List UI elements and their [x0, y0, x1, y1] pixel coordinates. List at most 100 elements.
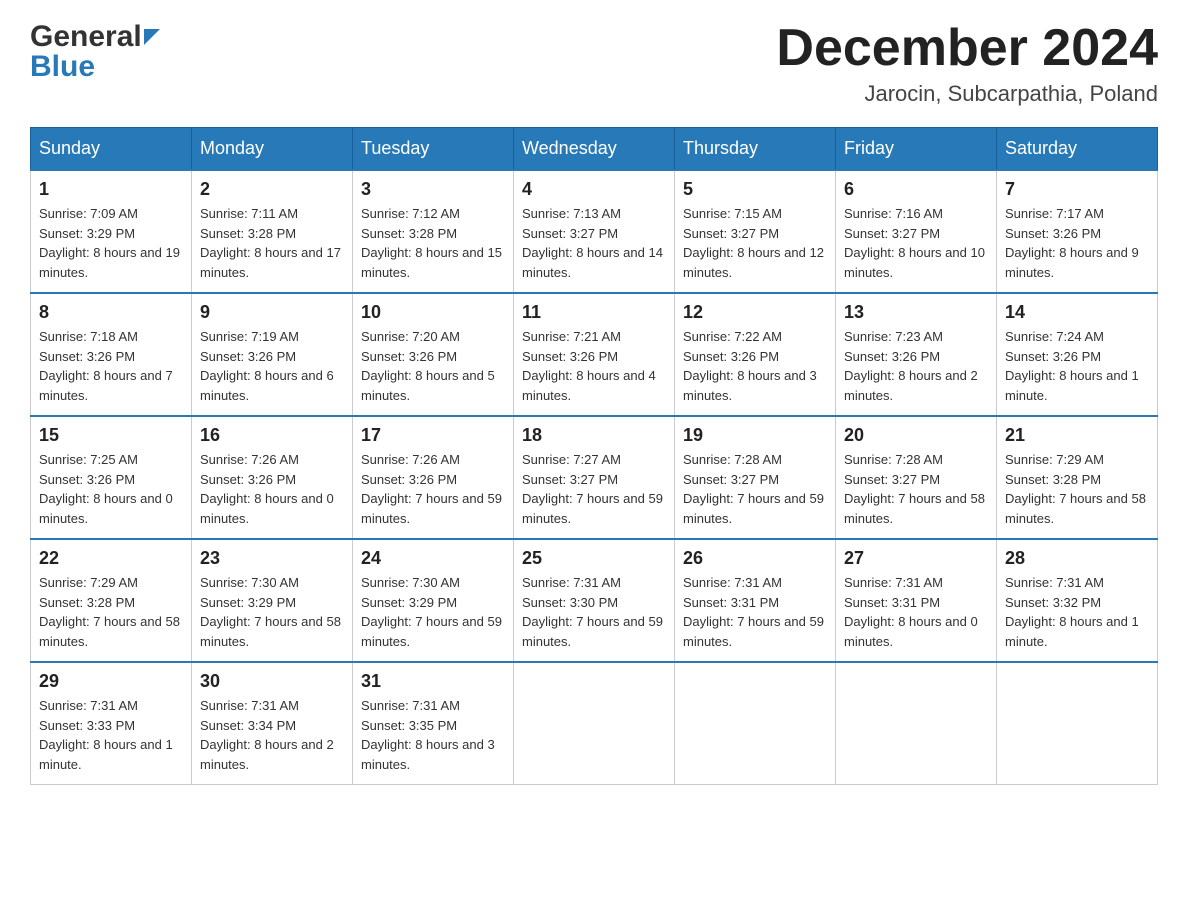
day-info: Sunrise: 7:17 AM Sunset: 3:26 PM Dayligh…: [1005, 204, 1149, 282]
calendar-cell: [514, 662, 675, 785]
day-info: Sunrise: 7:31 AM Sunset: 3:30 PM Dayligh…: [522, 573, 666, 651]
calendar-cell: 22 Sunrise: 7:29 AM Sunset: 3:28 PM Dayl…: [31, 539, 192, 662]
calendar-cell: 27 Sunrise: 7:31 AM Sunset: 3:31 PM Dayl…: [836, 539, 997, 662]
col-saturday: Saturday: [997, 128, 1158, 171]
calendar-cell: 12 Sunrise: 7:22 AM Sunset: 3:26 PM Dayl…: [675, 293, 836, 416]
day-info: Sunrise: 7:20 AM Sunset: 3:26 PM Dayligh…: [361, 327, 505, 405]
day-info: Sunrise: 7:22 AM Sunset: 3:26 PM Dayligh…: [683, 327, 827, 405]
calendar-cell: 15 Sunrise: 7:25 AM Sunset: 3:26 PM Dayl…: [31, 416, 192, 539]
day-info: Sunrise: 7:31 AM Sunset: 3:32 PM Dayligh…: [1005, 573, 1149, 651]
day-info: Sunrise: 7:26 AM Sunset: 3:26 PM Dayligh…: [361, 450, 505, 528]
day-number: 10: [361, 302, 505, 323]
calendar-cell: 10 Sunrise: 7:20 AM Sunset: 3:26 PM Dayl…: [353, 293, 514, 416]
day-info: Sunrise: 7:21 AM Sunset: 3:26 PM Dayligh…: [522, 327, 666, 405]
day-info: Sunrise: 7:13 AM Sunset: 3:27 PM Dayligh…: [522, 204, 666, 282]
calendar-table: Sunday Monday Tuesday Wednesday Thursday…: [30, 127, 1158, 785]
day-number: 22: [39, 548, 183, 569]
day-number: 20: [844, 425, 988, 446]
day-info: Sunrise: 7:29 AM Sunset: 3:28 PM Dayligh…: [1005, 450, 1149, 528]
day-number: 29: [39, 671, 183, 692]
day-info: Sunrise: 7:19 AM Sunset: 3:26 PM Dayligh…: [200, 327, 344, 405]
day-info: Sunrise: 7:30 AM Sunset: 3:29 PM Dayligh…: [200, 573, 344, 651]
day-info: Sunrise: 7:24 AM Sunset: 3:26 PM Dayligh…: [1005, 327, 1149, 405]
calendar-header-row: Sunday Monday Tuesday Wednesday Thursday…: [31, 128, 1158, 171]
calendar-cell: 20 Sunrise: 7:28 AM Sunset: 3:27 PM Dayl…: [836, 416, 997, 539]
calendar-cell: 3 Sunrise: 7:12 AM Sunset: 3:28 PM Dayli…: [353, 170, 514, 293]
col-thursday: Thursday: [675, 128, 836, 171]
calendar-cell: 1 Sunrise: 7:09 AM Sunset: 3:29 PM Dayli…: [31, 170, 192, 293]
col-friday: Friday: [836, 128, 997, 171]
calendar-cell: 30 Sunrise: 7:31 AM Sunset: 3:34 PM Dayl…: [192, 662, 353, 785]
day-info: Sunrise: 7:11 AM Sunset: 3:28 PM Dayligh…: [200, 204, 344, 282]
day-number: 1: [39, 179, 183, 200]
calendar-cell: 14 Sunrise: 7:24 AM Sunset: 3:26 PM Dayl…: [997, 293, 1158, 416]
day-number: 24: [361, 548, 505, 569]
calendar-cell: 18 Sunrise: 7:27 AM Sunset: 3:27 PM Dayl…: [514, 416, 675, 539]
day-info: Sunrise: 7:15 AM Sunset: 3:27 PM Dayligh…: [683, 204, 827, 282]
day-info: Sunrise: 7:25 AM Sunset: 3:26 PM Dayligh…: [39, 450, 183, 528]
calendar-cell: 28 Sunrise: 7:31 AM Sunset: 3:32 PM Dayl…: [997, 539, 1158, 662]
calendar-cell: 24 Sunrise: 7:30 AM Sunset: 3:29 PM Dayl…: [353, 539, 514, 662]
calendar-cell: 2 Sunrise: 7:11 AM Sunset: 3:28 PM Dayli…: [192, 170, 353, 293]
day-number: 3: [361, 179, 505, 200]
day-info: Sunrise: 7:09 AM Sunset: 3:29 PM Dayligh…: [39, 204, 183, 282]
calendar-cell: 6 Sunrise: 7:16 AM Sunset: 3:27 PM Dayli…: [836, 170, 997, 293]
day-number: 14: [1005, 302, 1149, 323]
location-text: Jarocin, Subcarpathia, Poland: [776, 81, 1158, 107]
day-info: Sunrise: 7:12 AM Sunset: 3:28 PM Dayligh…: [361, 204, 505, 282]
calendar-cell: 11 Sunrise: 7:21 AM Sunset: 3:26 PM Dayl…: [514, 293, 675, 416]
day-number: 7: [1005, 179, 1149, 200]
day-info: Sunrise: 7:29 AM Sunset: 3:28 PM Dayligh…: [39, 573, 183, 651]
logo-triangle-icon: [144, 29, 160, 45]
day-number: 5: [683, 179, 827, 200]
calendar-cell: 8 Sunrise: 7:18 AM Sunset: 3:26 PM Dayli…: [31, 293, 192, 416]
calendar-week-row-3: 15 Sunrise: 7:25 AM Sunset: 3:26 PM Dayl…: [31, 416, 1158, 539]
calendar-cell: [997, 662, 1158, 785]
day-number: 30: [200, 671, 344, 692]
calendar-cell: 23 Sunrise: 7:30 AM Sunset: 3:29 PM Dayl…: [192, 539, 353, 662]
day-info: Sunrise: 7:27 AM Sunset: 3:27 PM Dayligh…: [522, 450, 666, 528]
day-number: 18: [522, 425, 666, 446]
day-number: 16: [200, 425, 344, 446]
calendar-cell: 7 Sunrise: 7:17 AM Sunset: 3:26 PM Dayli…: [997, 170, 1158, 293]
logo-general-text: General: [30, 20, 142, 54]
col-sunday: Sunday: [31, 128, 192, 171]
day-info: Sunrise: 7:23 AM Sunset: 3:26 PM Dayligh…: [844, 327, 988, 405]
day-number: 23: [200, 548, 344, 569]
day-number: 15: [39, 425, 183, 446]
day-info: Sunrise: 7:31 AM Sunset: 3:31 PM Dayligh…: [683, 573, 827, 651]
col-tuesday: Tuesday: [353, 128, 514, 171]
day-number: 19: [683, 425, 827, 446]
day-number: 9: [200, 302, 344, 323]
calendar-cell: 13 Sunrise: 7:23 AM Sunset: 3:26 PM Dayl…: [836, 293, 997, 416]
logo: General Blue: [30, 20, 162, 84]
day-number: 8: [39, 302, 183, 323]
calendar-cell: 5 Sunrise: 7:15 AM Sunset: 3:27 PM Dayli…: [675, 170, 836, 293]
day-number: 26: [683, 548, 827, 569]
day-info: Sunrise: 7:18 AM Sunset: 3:26 PM Dayligh…: [39, 327, 183, 405]
calendar-cell: 25 Sunrise: 7:31 AM Sunset: 3:30 PM Dayl…: [514, 539, 675, 662]
calendar-cell: 31 Sunrise: 7:31 AM Sunset: 3:35 PM Dayl…: [353, 662, 514, 785]
calendar-cell: 4 Sunrise: 7:13 AM Sunset: 3:27 PM Dayli…: [514, 170, 675, 293]
day-info: Sunrise: 7:28 AM Sunset: 3:27 PM Dayligh…: [683, 450, 827, 528]
calendar-cell: 16 Sunrise: 7:26 AM Sunset: 3:26 PM Dayl…: [192, 416, 353, 539]
month-title: December 2024: [776, 20, 1158, 77]
calendar-cell: 9 Sunrise: 7:19 AM Sunset: 3:26 PM Dayli…: [192, 293, 353, 416]
day-info: Sunrise: 7:26 AM Sunset: 3:26 PM Dayligh…: [200, 450, 344, 528]
day-number: 28: [1005, 548, 1149, 569]
day-info: Sunrise: 7:31 AM Sunset: 3:34 PM Dayligh…: [200, 696, 344, 774]
day-number: 31: [361, 671, 505, 692]
calendar-cell: 29 Sunrise: 7:31 AM Sunset: 3:33 PM Dayl…: [31, 662, 192, 785]
calendar-cell: 17 Sunrise: 7:26 AM Sunset: 3:26 PM Dayl…: [353, 416, 514, 539]
calendar-week-row-1: 1 Sunrise: 7:09 AM Sunset: 3:29 PM Dayli…: [31, 170, 1158, 293]
day-info: Sunrise: 7:28 AM Sunset: 3:27 PM Dayligh…: [844, 450, 988, 528]
logo-blue-text: Blue: [30, 50, 162, 84]
calendar-week-row-2: 8 Sunrise: 7:18 AM Sunset: 3:26 PM Dayli…: [31, 293, 1158, 416]
day-info: Sunrise: 7:16 AM Sunset: 3:27 PM Dayligh…: [844, 204, 988, 282]
day-info: Sunrise: 7:31 AM Sunset: 3:33 PM Dayligh…: [39, 696, 183, 774]
col-wednesday: Wednesday: [514, 128, 675, 171]
calendar-cell: 21 Sunrise: 7:29 AM Sunset: 3:28 PM Dayl…: [997, 416, 1158, 539]
day-number: 27: [844, 548, 988, 569]
calendar-cell: 19 Sunrise: 7:28 AM Sunset: 3:27 PM Dayl…: [675, 416, 836, 539]
day-number: 11: [522, 302, 666, 323]
